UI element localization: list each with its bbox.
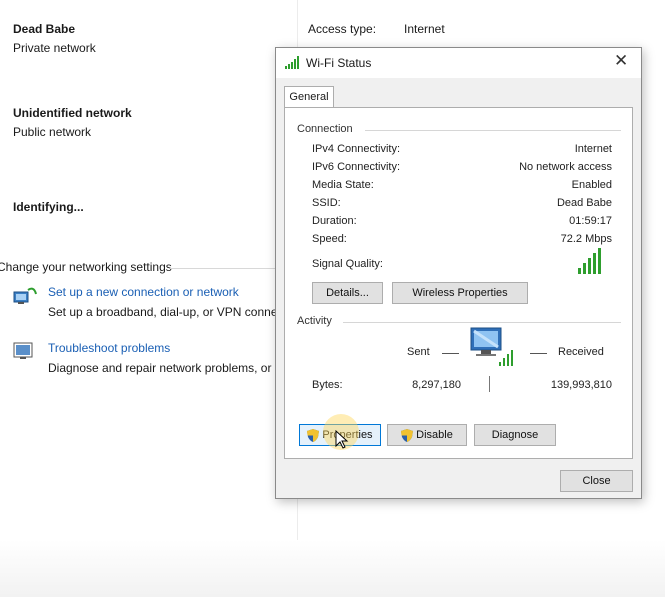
details-button[interactable]: Details...	[312, 282, 383, 304]
activity-divider	[343, 322, 621, 323]
troubleshoot-desc: Diagnose and repair network problems, or	[48, 361, 272, 375]
tab-general[interactable]: General	[284, 86, 334, 108]
bytes-separator	[489, 376, 490, 392]
diagnose-button[interactable]: Diagnose	[474, 424, 556, 446]
speed-label: Speed:	[312, 233, 347, 245]
change-settings-heading: Change your networking settings	[0, 260, 172, 274]
wifi-signal-icon	[285, 56, 299, 69]
signal-quality-label: Signal Quality:	[312, 258, 383, 270]
heading-divider	[170, 268, 275, 269]
disable-button[interactable]: Disable	[387, 424, 467, 446]
sent-dash	[442, 353, 459, 354]
signal-bar	[593, 253, 596, 274]
network-name: Dead Babe	[13, 22, 76, 36]
signal-bar	[598, 248, 601, 274]
received-bytes: 139,993,810	[550, 379, 612, 391]
access-type-value: Internet	[404, 22, 445, 36]
close-button[interactable]: Close	[560, 470, 633, 492]
ssid-value: Dead Babe	[556, 197, 612, 209]
setup-connection-link[interactable]: Set up a new connection or network	[48, 285, 239, 299]
general-panel: Connection IPv4 Connectivity: Internet I…	[284, 107, 633, 459]
ipv4-value: Internet	[574, 143, 612, 155]
network-type: Public network	[13, 125, 92, 139]
connection-group-label: Connection	[297, 123, 357, 135]
setup-connection-desc: Set up a broadband, dial-up, or VPN conn…	[48, 305, 278, 319]
signal-bar	[583, 263, 586, 274]
duration-value: 01:59:17	[569, 215, 612, 227]
mouse-cursor-icon	[335, 430, 349, 449]
sent-bytes: 8,297,180	[412, 379, 461, 391]
ssid-label: SSID:	[312, 197, 341, 209]
signal-bar	[588, 258, 591, 274]
bottom-area	[0, 540, 665, 597]
close-icon[interactable]: ✕	[614, 51, 628, 71]
connection-divider	[365, 130, 621, 131]
troubleshoot-link[interactable]: Troubleshoot problems	[48, 341, 170, 355]
activity-group-label: Activity	[297, 315, 336, 327]
disable-button-label: Disable	[416, 429, 453, 441]
duration-label: Duration:	[312, 215, 357, 227]
access-type-label: Access type:	[308, 22, 377, 36]
network-computer-icon	[470, 327, 513, 366]
speed-value: 72.2 Mbps	[560, 233, 612, 245]
wifi-status-dialog: Wi-Fi Status ✕ General Connection IPv4 C…	[275, 47, 642, 499]
signal-bars-icon	[578, 248, 601, 274]
network-name: Unidentified network	[13, 106, 132, 120]
dialog-title: Wi-Fi Status	[306, 56, 372, 70]
received-label: Received	[558, 346, 604, 358]
network-type: Private network	[13, 41, 96, 55]
title-bar[interactable]: Wi-Fi Status ✕	[276, 48, 641, 78]
network-setup-icon	[13, 287, 37, 304]
network-name: Identifying...	[13, 200, 84, 214]
ipv6-value: No network access	[519, 161, 612, 173]
troubleshoot-icon	[13, 342, 33, 359]
wireless-properties-button[interactable]: Wireless Properties	[392, 282, 528, 304]
shield-icon	[307, 428, 320, 442]
sent-label: Sent	[407, 346, 430, 358]
shield-icon	[401, 428, 414, 442]
ipv6-label: IPv6 Connectivity:	[312, 161, 401, 173]
signal-bar	[578, 268, 581, 274]
received-dash	[530, 353, 547, 354]
media-state-value: Enabled	[571, 179, 612, 191]
media-state-label: Media State:	[312, 179, 374, 191]
ipv4-label: IPv4 Connectivity:	[312, 143, 401, 155]
bytes-label: Bytes:	[312, 379, 343, 391]
